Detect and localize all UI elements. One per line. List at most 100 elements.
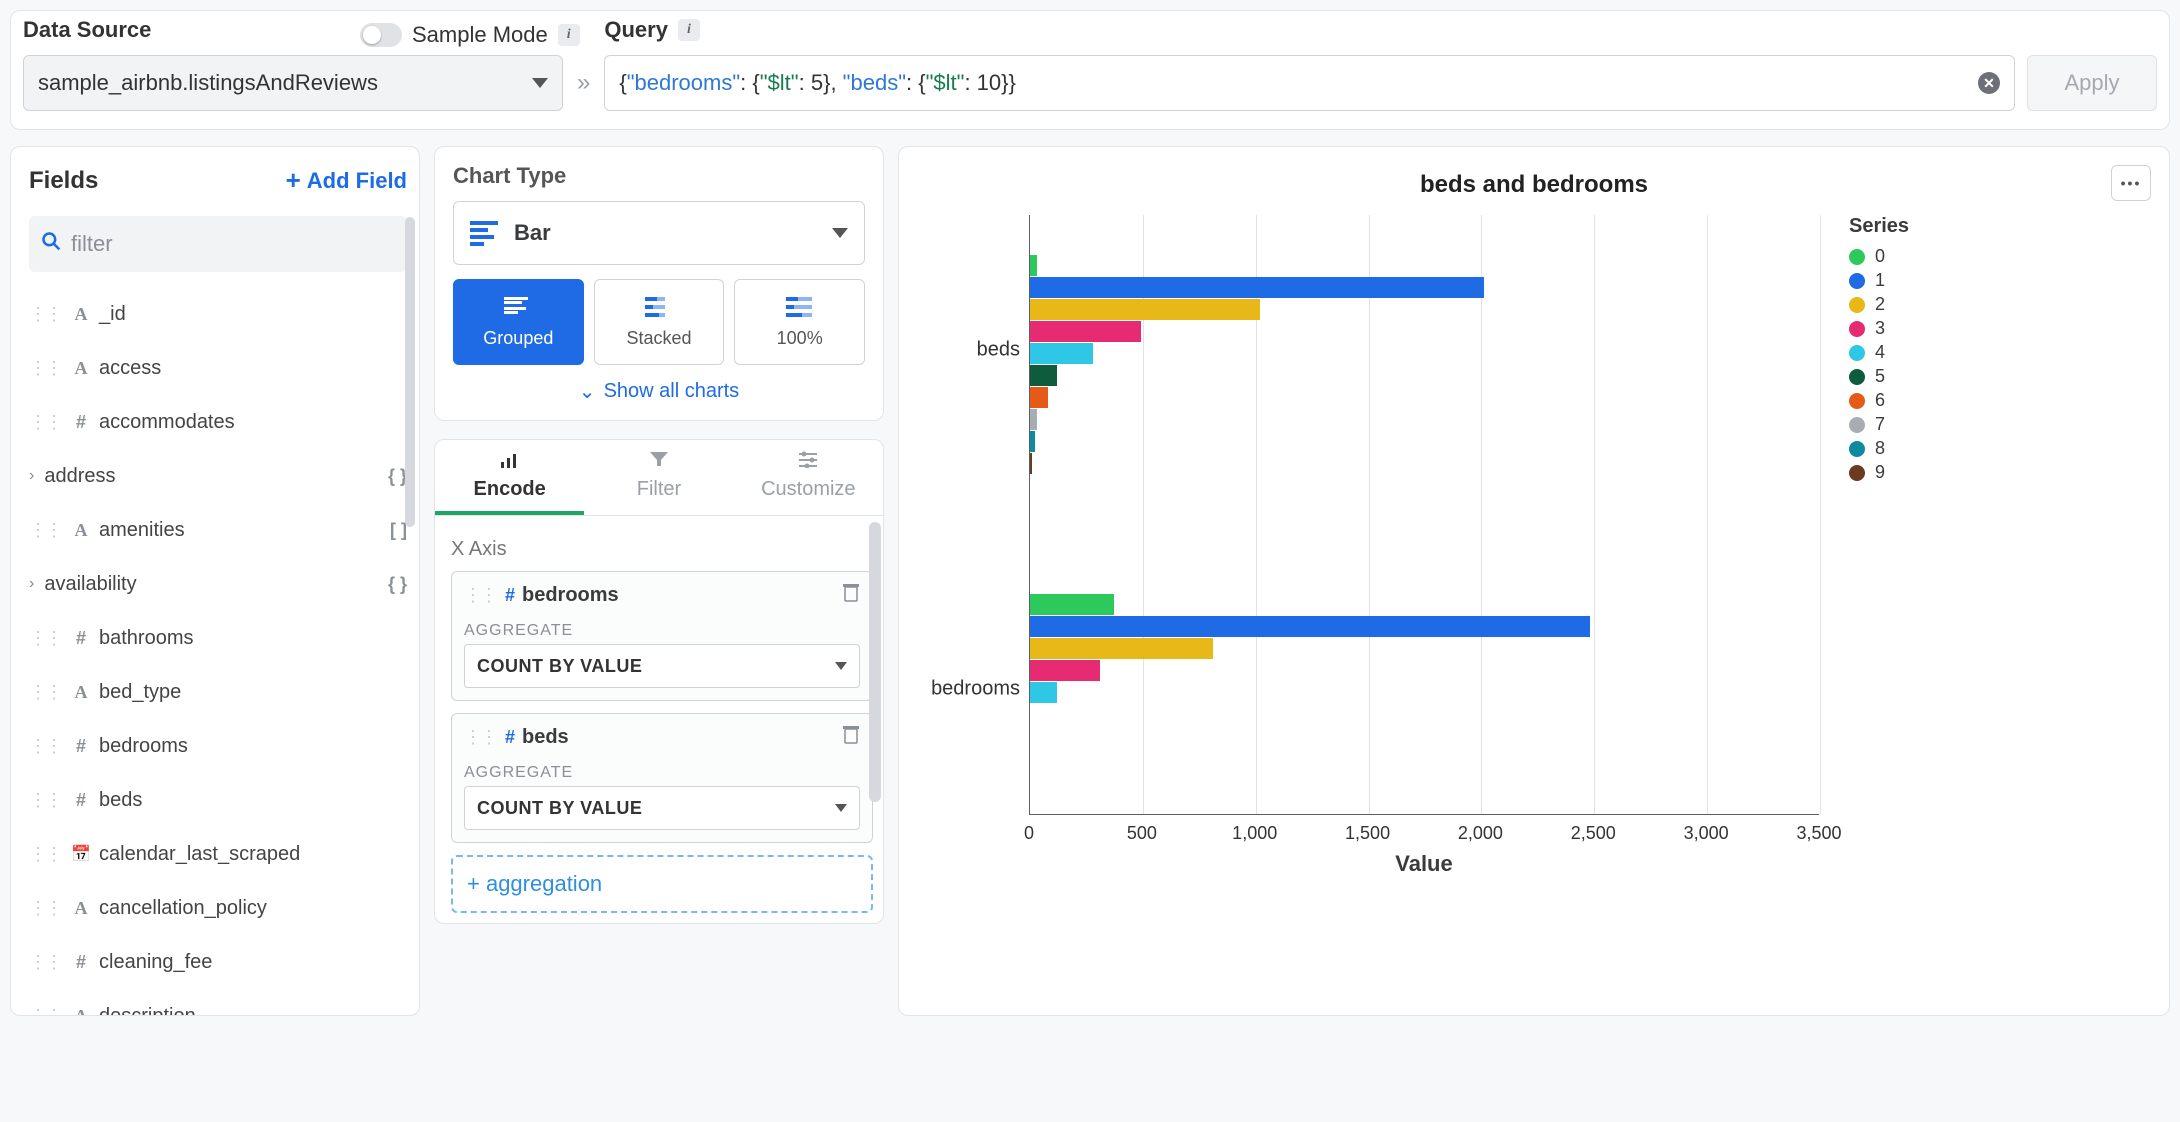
field-name: accommodates xyxy=(99,411,235,434)
field-item-bathrooms[interactable]: ⋮⋮#bathrooms xyxy=(29,614,407,662)
config-panel: Chart Type Bar GroupedStacked100% ⌄ Show… xyxy=(434,146,884,1016)
add-field-button[interactable]: +Add Field xyxy=(286,165,407,196)
legend-swatch xyxy=(1849,345,1865,361)
legend-item-4[interactable]: 4 xyxy=(1849,342,1909,363)
aggregate-label: AGGREGATE xyxy=(452,760,872,786)
legend-item-0[interactable]: 0 xyxy=(1849,246,1909,267)
encode-icon xyxy=(499,450,521,474)
grid-line xyxy=(1707,215,1708,814)
aggregate-select[interactable]: COUNT BY VALUE xyxy=(464,786,860,830)
legend-item-8[interactable]: 8 xyxy=(1849,438,1909,459)
sample-mode-toggle[interactable] xyxy=(360,23,402,47)
show-all-charts-button[interactable]: ⌄ Show all charts xyxy=(453,379,865,404)
number-type-icon: # xyxy=(69,790,93,811)
fields-filter-input[interactable]: filter xyxy=(29,216,407,272)
field-name: calendar_last_scraped xyxy=(99,843,300,866)
bar-bedrooms-3[interactable] xyxy=(1030,660,1100,681)
field-item-cleaning_fee[interactable]: ⋮⋮#cleaning_fee xyxy=(29,938,407,986)
bar-beds-2[interactable] xyxy=(1030,299,1260,320)
chart-type-select[interactable]: Bar xyxy=(453,201,865,265)
legend-item-5[interactable]: 5 xyxy=(1849,366,1909,387)
number-type-icon: # xyxy=(69,628,93,649)
legend-item-1[interactable]: 1 xyxy=(1849,270,1909,291)
field-item-bedrooms[interactable]: ⋮⋮#bedrooms xyxy=(29,722,407,770)
tab-filter[interactable]: Filter xyxy=(584,440,733,515)
legend-swatch xyxy=(1849,441,1865,457)
clear-query-icon[interactable]: ✕ xyxy=(1978,72,2000,94)
field-name: availability xyxy=(44,573,136,596)
chart-panel: ••• beds and bedrooms bedsbedrooms 05001… xyxy=(898,146,2170,1016)
field-item-address[interactable]: ›address{ } xyxy=(29,452,407,500)
add-aggregation-button[interactable]: + aggregation xyxy=(451,855,873,913)
legend-item-7[interactable]: 7 xyxy=(1849,414,1909,435)
field-item-amenities[interactable]: ⋮⋮Aamenities[ ] xyxy=(29,506,407,554)
bar-bedrooms-1[interactable] xyxy=(1030,616,1590,637)
aggregate-label: AGGREGATE xyxy=(452,618,872,644)
trash-icon[interactable] xyxy=(842,724,860,750)
encoding-beds: ⋮⋮# bedsAGGREGATECOUNT BY VALUE xyxy=(451,713,873,843)
bar-beds-7[interactable] xyxy=(1030,409,1037,430)
bar-beds-1[interactable] xyxy=(1030,277,1484,298)
field-item-availability[interactable]: ›availability{ } xyxy=(29,560,407,608)
field-item-_id[interactable]: ⋮⋮A_id xyxy=(29,290,407,338)
tab-encode[interactable]: Encode xyxy=(435,440,584,515)
field-item-beds[interactable]: ⋮⋮#beds xyxy=(29,776,407,824)
legend-item-6[interactable]: 6 xyxy=(1849,390,1909,411)
grip-icon[interactable]: ⋮⋮ xyxy=(464,727,496,748)
x-tick-label: 1,000 xyxy=(1232,823,1277,844)
chart-legend: Series 0123456789 xyxy=(1849,215,1909,985)
bar-beds-8[interactable] xyxy=(1030,431,1035,452)
x-axis-label: X Axis xyxy=(451,538,873,561)
scrollbar[interactable] xyxy=(405,217,415,527)
subtype-icon xyxy=(504,295,532,322)
legend-swatch xyxy=(1849,393,1865,409)
subtype-stacked[interactable]: Stacked xyxy=(594,279,725,365)
subtype-100%[interactable]: 100% xyxy=(734,279,865,365)
field-name: bathrooms xyxy=(99,627,194,650)
grip-icon: ⋮⋮ xyxy=(29,952,61,973)
subtype-grouped[interactable]: Grouped xyxy=(453,279,584,365)
legend-item-9[interactable]: 9 xyxy=(1849,462,1909,483)
apply-button[interactable]: Apply xyxy=(2027,55,2157,111)
trash-icon[interactable] xyxy=(842,582,860,608)
bar-bedrooms-2[interactable] xyxy=(1030,638,1213,659)
field-item-calendar_last_scraped[interactable]: ⋮⋮📅calendar_last_scraped xyxy=(29,830,407,878)
chart-menu-button[interactable]: ••• xyxy=(2111,165,2151,201)
search-icon xyxy=(41,231,61,257)
encoding-field-name: bedrooms xyxy=(522,584,619,607)
field-item-accommodates[interactable]: ⋮⋮#accommodates xyxy=(29,398,407,446)
bar-bedrooms-4[interactable] xyxy=(1030,682,1057,703)
field-item-description[interactable]: ⋮⋮Adescription xyxy=(29,992,407,1016)
bar-beds-0[interactable] xyxy=(1030,255,1037,276)
x-tick-label: 0 xyxy=(1024,823,1034,844)
data-source-select[interactable]: sample_airbnb.listingsAndReviews xyxy=(23,55,563,111)
info-icon[interactable]: i xyxy=(678,19,700,41)
bar-beds-3[interactable] xyxy=(1030,321,1141,342)
legend-item-2[interactable]: 2 xyxy=(1849,294,1909,315)
string-type-icon: A xyxy=(69,682,93,703)
aggregate-select[interactable]: COUNT BY VALUE xyxy=(464,644,860,688)
bar-beds-5[interactable] xyxy=(1030,365,1057,386)
bar-beds-6[interactable] xyxy=(1030,387,1048,408)
tab-customize[interactable]: Customize xyxy=(734,440,883,515)
bar-bedrooms-0[interactable] xyxy=(1030,594,1114,615)
chevron-right-icon: › xyxy=(29,575,34,593)
encoding-bedrooms: ⋮⋮# bedroomsAGGREGATECOUNT BY VALUE xyxy=(451,571,873,701)
customize-icon xyxy=(797,450,819,474)
field-item-cancellation_policy[interactable]: ⋮⋮Acancellation_policy xyxy=(29,884,407,932)
bar-beds-4[interactable] xyxy=(1030,343,1093,364)
field-item-access[interactable]: ⋮⋮Aaccess xyxy=(29,344,407,392)
info-icon[interactable]: i xyxy=(558,24,580,46)
caret-down-icon xyxy=(532,78,548,88)
string-type-icon: A xyxy=(69,304,93,325)
scrollbar[interactable] xyxy=(869,522,881,802)
bar-icon xyxy=(470,221,498,246)
bar-beds-9[interactable] xyxy=(1030,453,1032,474)
legend-item-3[interactable]: 3 xyxy=(1849,318,1909,339)
grip-icon[interactable]: ⋮⋮ xyxy=(464,585,496,606)
field-name: bedrooms xyxy=(99,735,188,758)
field-item-bed_type[interactable]: ⋮⋮Abed_type xyxy=(29,668,407,716)
query-input[interactable]: {"bedrooms": {"$lt": 5}, "beds": {"$lt":… xyxy=(604,55,2015,111)
x-axis-title: Value xyxy=(1029,851,1819,877)
chart-title: beds and bedrooms xyxy=(919,171,2149,199)
